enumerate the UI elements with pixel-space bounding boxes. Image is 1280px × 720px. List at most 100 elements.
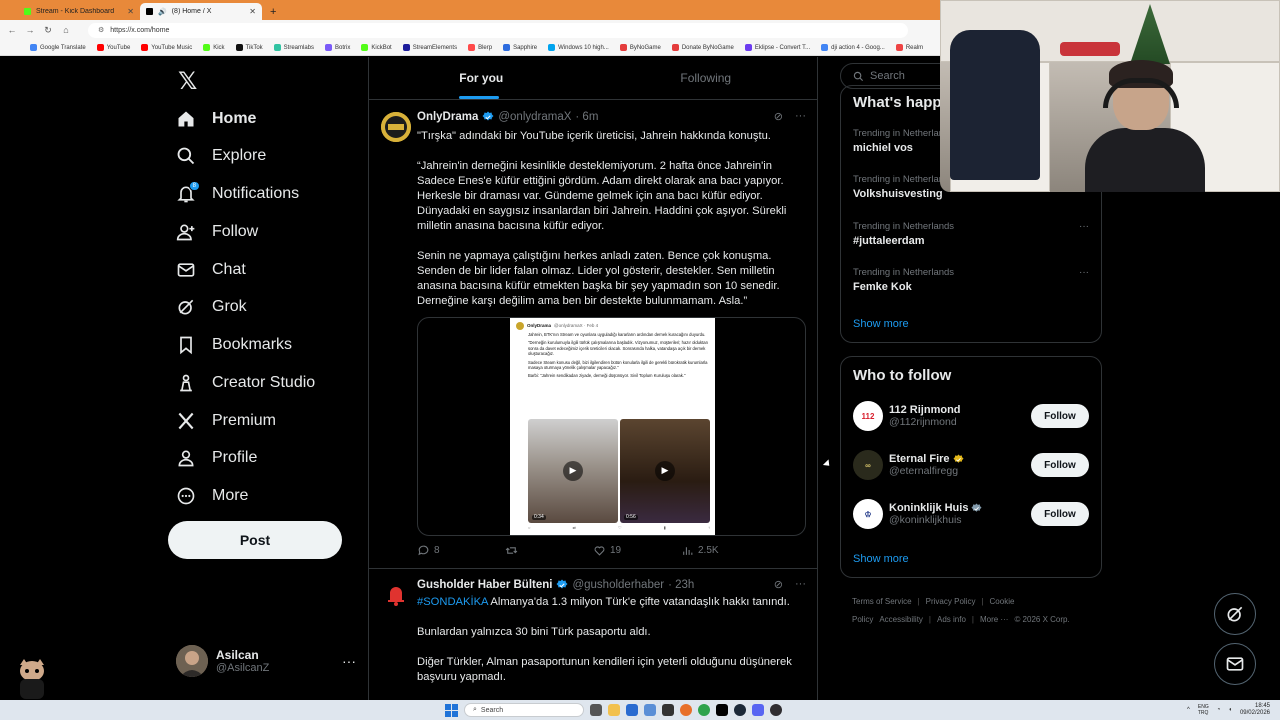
bookmark-item[interactable]: Streamlabs <box>273 44 314 51</box>
hashtag-link[interactable]: #SONDAKİKA <box>417 596 488 608</box>
more-icon[interactable]: ··· <box>795 110 806 123</box>
footer-link[interactable]: Accessibility <box>879 615 923 624</box>
views-button[interactable]: 2.5K <box>681 544 769 557</box>
store-icon[interactable] <box>626 704 638 716</box>
video-thumbnail[interactable]: ▶ 0:56 <box>620 419 710 523</box>
bookmark-item[interactable]: Donate ByNoGame <box>671 44 734 51</box>
trend-item[interactable]: Trending in Netherlands Femke Kok ··· <box>853 267 1089 293</box>
tweet-author-name[interactable]: Gusholder Haber Bülteni <box>417 579 552 591</box>
bookmark-item[interactable]: dji action 4 - Goog... <box>821 44 885 51</box>
tweet-author-handle[interactable]: @gusholderhaber <box>572 579 664 591</box>
sidebar-item-explore[interactable]: Explore <box>176 138 266 174</box>
sidebar-item-home[interactable]: Home <box>176 101 256 137</box>
reload-icon[interactable]: ↻ <box>42 25 54 36</box>
more-icon[interactable]: ··· <box>1079 267 1089 278</box>
like-button[interactable]: 19 <box>593 544 681 557</box>
url-field[interactable]: ⚙ https://x.com/home <box>88 22 908 38</box>
browser-tab-x[interactable]: 🔊 (8) Home / X ✕ <box>140 3 262 20</box>
tweet-author-handle[interactable]: @onlydramaX <box>498 111 571 123</box>
volume-icon[interactable]: ◖ <box>1228 707 1232 713</box>
close-icon[interactable]: ✕ <box>127 7 134 16</box>
tweet-author-name[interactable]: OnlyDrama <box>417 111 478 123</box>
home-page-icon[interactable]: ⌂ <box>60 25 72 35</box>
reply-button[interactable]: 8 <box>417 544 505 557</box>
bookmark-item[interactable]: Botrix <box>325 44 350 51</box>
sidebar-item-notifications[interactable]: 8 Notifications <box>176 176 299 212</box>
footer-link[interactable]: More ··· <box>980 615 1008 624</box>
who-to-follow-item[interactable]: ♔ Koninklijk Huis @koninklijkhuis Follow <box>853 497 1089 531</box>
taskbar-search-input[interactable]: Search <box>481 707 503 714</box>
who-to-follow-item[interactable]: ∞ Eternal Fire @eternalfiregg Follow <box>853 448 1089 482</box>
obs-icon[interactable] <box>770 704 782 716</box>
forward-icon[interactable]: → <box>24 25 36 35</box>
taskbar-search[interactable]: ⌕ Search <box>464 703 584 717</box>
tab-for-you[interactable]: For you <box>369 57 594 99</box>
messages-button[interactable] <box>1214 643 1256 685</box>
sidebar-item-profile[interactable]: Profile <box>176 440 257 476</box>
account-name[interactable]: 112 Rijnmond <box>889 404 961 416</box>
bookmark-item[interactable]: Sapphire <box>503 44 537 51</box>
clock[interactable]: 18:45 09/02/2026 <box>1240 703 1270 717</box>
follow-button[interactable]: Follow <box>1031 404 1089 428</box>
follow-button[interactable]: Follow <box>1031 502 1089 526</box>
account-name[interactable]: Eternal Fire <box>889 453 950 465</box>
chevron-up-icon[interactable]: ^ <box>1187 707 1190 713</box>
x-logo-icon[interactable]: 𝕏 <box>178 67 197 95</box>
new-tab-icon[interactable]: + <box>270 6 276 20</box>
more-icon[interactable]: ··· <box>1079 221 1089 232</box>
steam-icon[interactable] <box>734 704 746 716</box>
wifi-icon[interactable]: ◔ <box>1217 707 1221 713</box>
app-icon[interactable] <box>662 704 674 716</box>
x-app-icon[interactable] <box>716 704 728 716</box>
account-switcher[interactable]: Asilcan @AsilcanZ ··· <box>176 643 356 679</box>
avatar[interactable]: ♔ <box>853 499 883 529</box>
post-button[interactable]: Post <box>168 521 342 559</box>
site-info-icon[interactable]: ⚙ <box>98 26 104 34</box>
keyboard-language[interactable]: ENG TRQ <box>1198 704 1209 716</box>
search-input[interactable]: Search <box>870 70 905 82</box>
bookmark-item[interactable]: StreamElements <box>402 44 457 51</box>
bookmark-item[interactable]: Kick <box>203 44 225 51</box>
repost-button[interactable] <box>505 544 593 557</box>
start-menu-icon[interactable] <box>445 703 458 717</box>
tweet-time[interactable]: · 6m <box>575 111 598 123</box>
show-more-link[interactable]: Show more <box>853 318 909 330</box>
grok-explain-icon[interactable]: ⊘ <box>774 110 783 123</box>
play-icon[interactable]: ▶ <box>655 461 675 481</box>
firefox-icon[interactable] <box>680 704 692 716</box>
avatar[interactable]: ∞ <box>853 450 883 480</box>
follow-button[interactable]: Follow <box>1031 453 1089 477</box>
sidebar-item-bookmarks[interactable]: Bookmarks <box>176 327 292 363</box>
file-explorer-icon[interactable] <box>608 704 620 716</box>
bookmark-item[interactable]: Google Translate <box>30 44 86 51</box>
weather-widget[interactable] <box>6 702 46 718</box>
account-name[interactable]: Koninklijk Huis <box>889 502 968 514</box>
video-thumbnail[interactable]: ▶ 0:34 <box>528 419 618 523</box>
trend-item[interactable]: Trending in Netherlands #juttaleerdam ··· <box>853 221 1089 247</box>
play-icon[interactable]: ▶ <box>563 461 583 481</box>
sidebar-item-follow[interactable]: Follow <box>176 214 258 250</box>
sidebar-item-chat[interactable]: Chat <box>176 252 246 288</box>
footer-link[interactable]: Privacy Policy <box>926 597 976 606</box>
bookmark-item[interactable]: KickBot <box>361 44 392 51</box>
bookmark-item[interactable]: Windows 10 high... <box>548 44 609 51</box>
more-icon[interactable]: ··· <box>342 653 356 669</box>
sidebar-item-premium[interactable]: Premium <box>176 403 276 439</box>
footer-link[interactable]: Ads info <box>937 615 966 624</box>
speaker-icon[interactable]: 🔊 <box>158 8 167 16</box>
chrome-icon[interactable] <box>698 704 710 716</box>
browser-tab-kick[interactable]: Stream - Kick Dashboard ✕ <box>18 3 140 20</box>
tweet-avatar[interactable] <box>381 112 411 142</box>
who-to-follow-item[interactable]: 112 112 Rijnmond @112rijnmond Follow <box>853 399 1089 433</box>
sidebar-item-creator-studio[interactable]: Creator Studio <box>176 365 315 401</box>
quoted-media[interactable]: OnlyDrama @onlydramaX · Feb 4 Jahrein, B… <box>417 317 806 536</box>
discord-icon[interactable] <box>752 704 764 716</box>
bookmark-item[interactable]: YouTube <box>96 44 130 51</box>
grok-button[interactable] <box>1214 593 1256 635</box>
avatar[interactable]: 112 <box>853 401 883 431</box>
footer-link[interactable]: Terms of Service <box>852 597 912 606</box>
bookmark-item[interactable]: TikTok <box>235 44 263 51</box>
tweet[interactable]: Gusholder Haber Bülteni @gusholderhaber … <box>369 578 818 700</box>
back-icon[interactable]: ← <box>6 25 18 35</box>
settings-app-icon[interactable] <box>644 704 656 716</box>
